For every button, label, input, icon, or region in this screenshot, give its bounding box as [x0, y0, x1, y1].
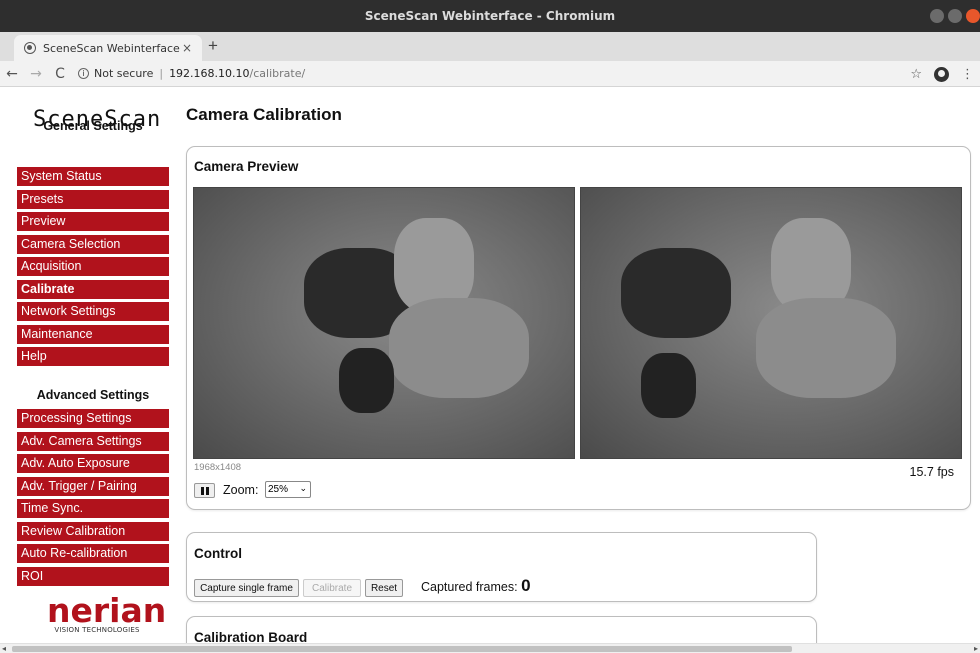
sidebar-item-preview[interactable]: Preview	[17, 212, 169, 231]
sidebar-item-help[interactable]: Help	[17, 347, 169, 366]
menu-dots-icon[interactable]: ⋮	[961, 67, 974, 82]
pause-icon-bar	[200, 486, 204, 495]
sidebar-item-roi[interactable]: ROI	[17, 566, 169, 586]
calibration-board-title: Calibration Board	[194, 630, 308, 643]
control-panel: Control Capture single frame Calibrate R…	[186, 532, 817, 602]
sidebar-item-adv-trigger-pairing[interactable]: Adv. Trigger / Pairing	[17, 476, 169, 496]
address-bar: ← → C i Not secure | 192.168.10.10 /cali…	[0, 61, 980, 87]
resolution-label: 1968x1408	[194, 462, 242, 473]
captured-frames-label: Captured frames:	[421, 580, 518, 594]
scene-toy-rabbit	[339, 348, 394, 413]
left-camera-image	[193, 187, 575, 459]
advanced-settings-menu: Processing Settings Adv. Camera Settings A…	[17, 409, 169, 589]
horizontal-scrollbar[interactable]: ◂ ▸	[0, 643, 980, 653]
scrollbar-thumb[interactable]	[12, 646, 792, 652]
zoom-select-value: 25%	[268, 484, 289, 495]
sidebar-item-presets[interactable]: Presets	[17, 189, 169, 209]
pause-button[interactable]	[194, 483, 215, 498]
close-window-button[interactable]	[966, 9, 980, 23]
sidebar-item-adv-auto-exposure[interactable]: Adv. Auto Exposure	[17, 454, 169, 473]
advanced-settings-heading: Advanced Settings	[36, 388, 150, 402]
security-label: Not secure	[94, 67, 154, 80]
scene-toy-robot-body	[756, 298, 896, 398]
url-host: 192.168.10.10	[169, 67, 250, 80]
sidebar-item-auto-re-calibration[interactable]: Auto Re-calibration	[17, 544, 169, 563]
toolbar-right: ☆ ⋮	[910, 61, 980, 87]
page-title: Camera Calibration	[186, 105, 342, 124]
globe-icon	[24, 42, 36, 54]
chevron-down-icon: ⌄	[299, 483, 307, 493]
window-title: SceneScan Webinterface - Chromium	[364, 9, 616, 23]
scroll-left-arrow-icon[interactable]: ◂	[2, 644, 6, 653]
reload-icon[interactable]: C	[48, 66, 72, 82]
maximize-button[interactable]	[948, 9, 962, 23]
general-settings-heading: General Settings	[43, 119, 143, 133]
url-separator: |	[159, 67, 164, 80]
window-titlebar: SceneScan Webinterface - Chromium	[0, 0, 980, 32]
logo-subtitle: VISION TECHNOLOGIES	[54, 626, 140, 634]
bookmark-star-icon[interactable]: ☆	[910, 67, 922, 82]
sidebar-item-network-settings[interactable]: Network Settings	[17, 302, 169, 321]
right-camera-image	[580, 187, 962, 459]
back-arrow-icon[interactable]: ←	[0, 66, 24, 82]
url-path: /calibrate/	[249, 67, 306, 80]
pause-icon-bar	[205, 486, 209, 495]
scene-toy-robot-body	[389, 298, 529, 398]
tab-close-icon[interactable]: ×	[182, 41, 192, 55]
window-controls	[930, 9, 980, 23]
scroll-right-arrow-icon[interactable]: ▸	[974, 644, 978, 653]
sidebar-item-system-status[interactable]: System Status	[17, 167, 169, 186]
calibration-board-panel: Calibration Board	[186, 616, 817, 643]
nerian-logo: nerian VISION TECHNOLOGIES	[47, 591, 167, 634]
logo-word: nerian	[47, 591, 167, 630]
general-settings-menu: System Status Presets Preview Camera Select…	[17, 167, 169, 370]
sidebar-item-calibrate[interactable]: Calibrate	[17, 279, 169, 299]
scene-toy-rabbit	[641, 353, 696, 418]
fps-label: 15.7 fps	[909, 465, 954, 479]
capture-single-frame-button[interactable]: Capture single frame	[194, 579, 299, 597]
control-title: Control	[194, 546, 242, 561]
sidebar-item-time-sync[interactable]: Time Sync.	[17, 499, 169, 518]
sidebar-item-acquisition[interactable]: Acquisition	[17, 257, 169, 276]
zoom-select[interactable]: 25% ⌄	[265, 481, 311, 498]
camera-preview-panel: Camera Preview 1968x1408 15.7 fps Zoom: …	[186, 146, 971, 510]
page-content: SceneScan General Settings System Status…	[0, 88, 980, 643]
reset-button[interactable]: Reset	[365, 579, 403, 597]
camera-preview-title: Camera Preview	[194, 159, 299, 174]
sidebar-item-maintenance[interactable]: Maintenance	[17, 324, 169, 344]
sidebar-item-review-calibration[interactable]: Review Calibration	[17, 521, 169, 541]
calibrate-button[interactable]: Calibrate	[303, 579, 361, 597]
browser-tab[interactable]: SceneScan Webinterface ×	[14, 35, 202, 61]
captured-frames-count: 0	[521, 576, 531, 595]
minimize-button[interactable]	[930, 9, 944, 23]
tab-strip: SceneScan Webinterface × +	[0, 32, 980, 61]
tab-title: SceneScan Webinterface	[43, 41, 180, 55]
url-field[interactable]: i Not secure | 192.168.10.10 /calibrate/	[78, 67, 305, 80]
captured-frames: Captured frames: 0	[421, 576, 531, 596]
profile-icon[interactable]	[934, 66, 949, 82]
info-icon[interactable]: i	[78, 68, 89, 79]
zoom-label: Zoom:	[223, 483, 259, 497]
new-tab-button[interactable]: +	[208, 36, 218, 56]
sidebar-item-camera-selection[interactable]: Camera Selection	[17, 234, 169, 254]
scene-toy-dog	[621, 248, 731, 338]
sidebar-item-processing-settings[interactable]: Processing Settings	[17, 409, 169, 428]
sidebar-item-adv-camera-settings[interactable]: Adv. Camera Settings	[17, 431, 169, 451]
forward-arrow-icon[interactable]: →	[24, 66, 48, 82]
